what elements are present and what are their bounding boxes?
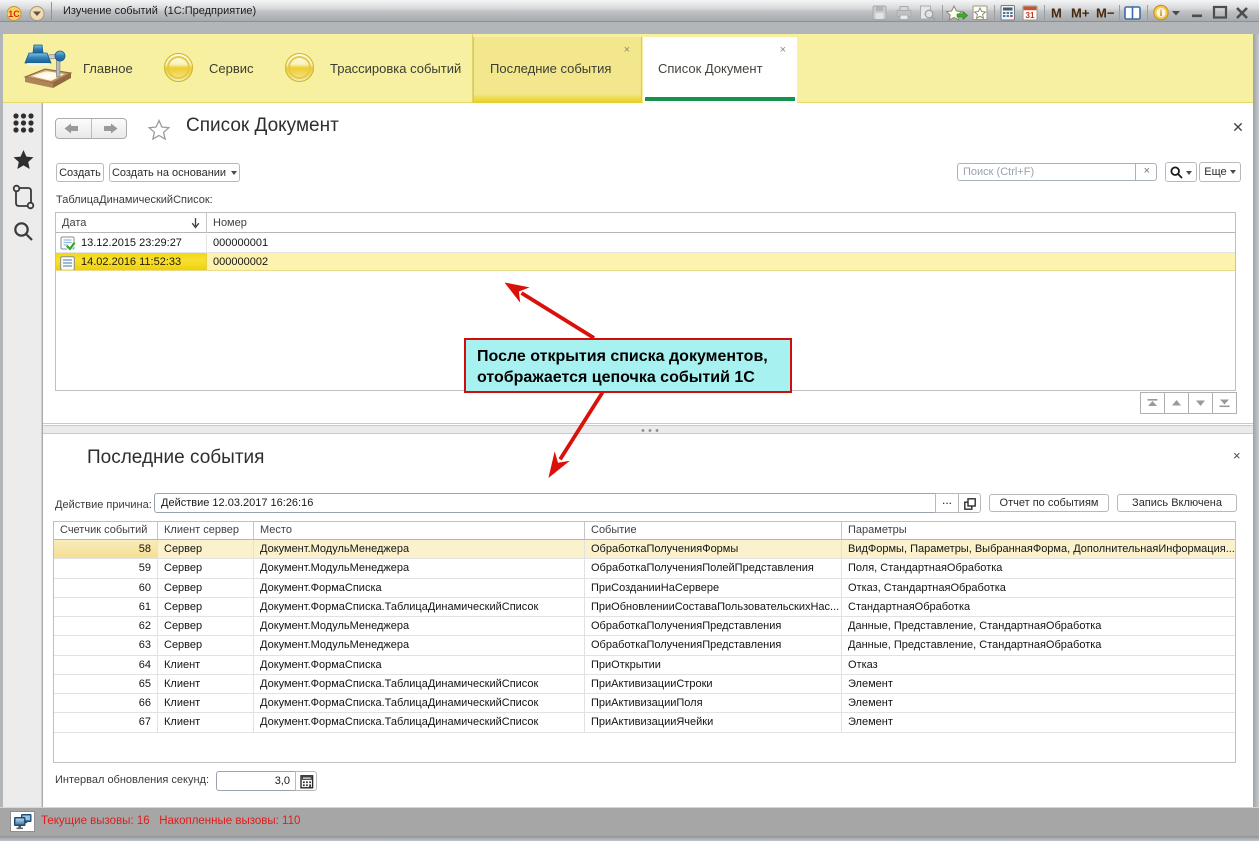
svg-text:31: 31 [1026, 11, 1035, 20]
svg-text:M: M [1051, 6, 1062, 21]
svg-text:1C: 1C [8, 9, 20, 19]
svg-text:M−: M− [1096, 6, 1115, 21]
svg-text:M+: M+ [1071, 6, 1090, 21]
